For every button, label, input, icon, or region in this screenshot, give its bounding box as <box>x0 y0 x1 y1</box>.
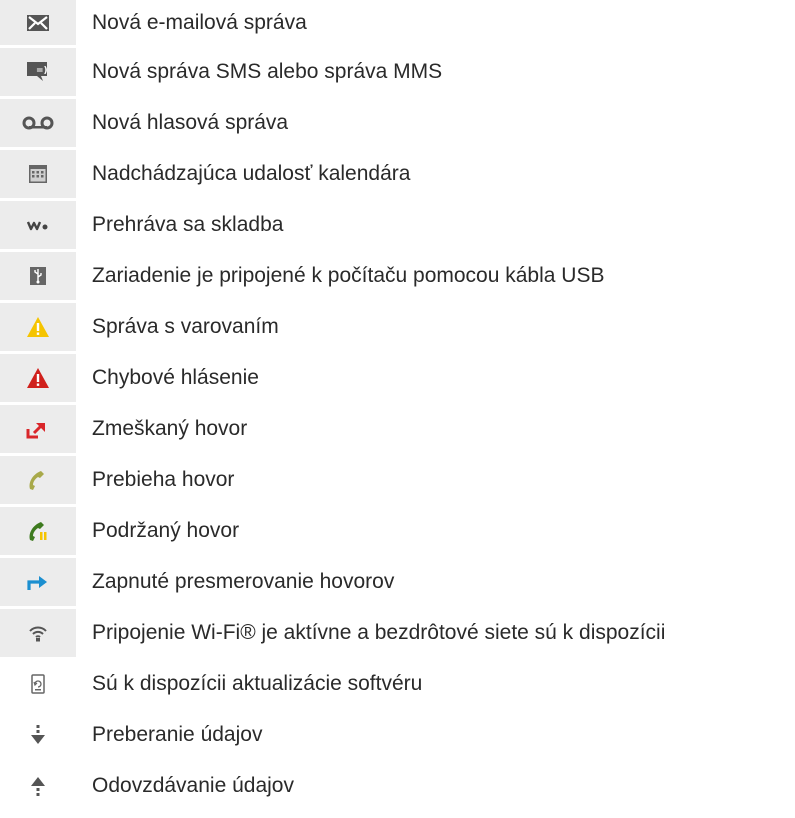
row-label: Pripojenie Wi-Fi® je aktívne a bezdrôtov… <box>92 621 666 644</box>
row-label: Odovzdávanie údajov <box>92 774 294 797</box>
table-row: Prehráva sa skladba <box>0 201 795 252</box>
notification-icon-table: Nová e-mailová správa =) Nová správa SMS… <box>0 0 795 813</box>
table-row: Preberanie údajov <box>0 711 795 762</box>
error-icon <box>27 368 49 388</box>
voicemail-icon <box>22 116 54 130</box>
row-label: Podržaný hovor <box>92 519 240 542</box>
download-icon <box>30 725 46 745</box>
row-label: Nová správa SMS alebo správa MMS <box>92 60 443 83</box>
row-label: Chybové hlásenie <box>92 366 259 389</box>
table-row: Nadchádzajúca udalosť kalendára <box>0 150 795 201</box>
table-row: Zapnuté presmerovanie hovorov <box>0 558 795 609</box>
icon-cell: =) <box>0 48 76 99</box>
table-row: Prebieha hovor <box>0 456 795 507</box>
call-on-hold-icon <box>27 521 49 541</box>
table-row: Podržaný hovor <box>0 507 795 558</box>
call-in-progress-icon <box>27 470 49 490</box>
table-row: Zariadenie je pripojené k počítaču pomoc… <box>0 252 795 303</box>
row-label: Sú k dispozícii aktualizácie softvéru <box>92 672 423 695</box>
svg-text:=): =) <box>36 66 48 76</box>
row-label: Nová e-mailová správa <box>92 10 307 34</box>
wifi-icon <box>28 624 48 642</box>
row-label: Nadchádzajúca udalosť kalendára <box>92 162 411 185</box>
row-label: Prebieha hovor <box>92 468 235 491</box>
software-update-icon <box>31 674 45 694</box>
icon-cell <box>0 99 76 150</box>
icon-cell <box>0 201 76 252</box>
icon-cell <box>0 456 76 507</box>
missed-call-icon <box>26 419 50 439</box>
table-row: Zmeškaný hovor <box>0 405 795 456</box>
warning-icon <box>27 317 49 337</box>
table-row: =) Nová správa SMS alebo správa MMS <box>0 48 795 99</box>
usb-icon <box>30 267 46 285</box>
table-row: Odovzdávanie údajov <box>0 762 795 813</box>
table-row: Chybové hlásenie <box>0 354 795 405</box>
row-label: Prehráva sa skladba <box>92 213 284 236</box>
row-label: Zapnuté presmerovanie hovorov <box>92 570 395 593</box>
row-label: Správa s varovaním <box>92 315 279 338</box>
icon-cell <box>0 507 76 558</box>
table-row: Nová e-mailová správa <box>0 0 795 48</box>
calendar-icon <box>29 165 47 183</box>
icon-cell <box>0 762 76 813</box>
icon-cell <box>0 558 76 609</box>
icon-cell <box>0 609 76 660</box>
icon-cell <box>0 0 76 48</box>
row-label: Preberanie údajov <box>92 723 263 746</box>
table-row: Správa s varovaním <box>0 303 795 354</box>
row-label: Nová hlasová správa <box>92 111 289 134</box>
icon-cell <box>0 354 76 405</box>
upload-icon <box>30 776 46 796</box>
walkman-icon <box>27 219 49 231</box>
envelope-icon <box>27 14 49 31</box>
table-row: Pripojenie Wi-Fi® je aktívne a bezdrôtov… <box>0 609 795 660</box>
icon-cell <box>0 711 76 762</box>
row-label: Zmeškaný hovor <box>92 417 248 440</box>
icon-cell <box>0 660 76 711</box>
call-forwarding-icon <box>26 573 50 591</box>
row-label: Zariadenie je pripojené k počítaču pomoc… <box>92 264 605 287</box>
icon-cell <box>0 405 76 456</box>
table-row: Sú k dispozícii aktualizácie softvéru <box>0 660 795 711</box>
icon-cell <box>0 252 76 303</box>
icon-cell <box>0 303 76 354</box>
icon-cell <box>0 150 76 201</box>
sms-message-icon: =) <box>27 62 49 82</box>
table-row: Nová hlasová správa <box>0 99 795 150</box>
